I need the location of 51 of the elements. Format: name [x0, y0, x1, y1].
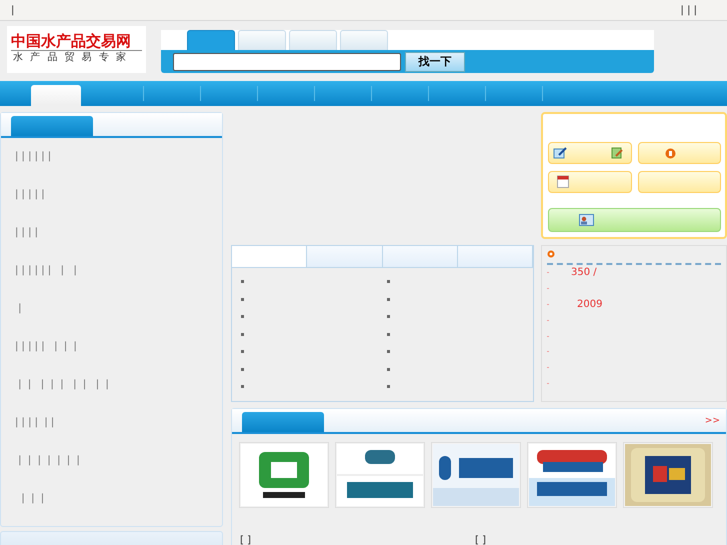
- category-link[interactable]: | | | | | | | |: [1, 252, 222, 290]
- panel-tab[interactable]: [242, 412, 324, 432]
- quick-button[interactable]: [548, 142, 632, 164]
- top-link[interactable]: | | |: [680, 4, 697, 16]
- category-link[interactable]: | | | | | | |: [1, 442, 222, 480]
- bullet-icon: [241, 350, 244, 354]
- bullet-icon: [387, 315, 390, 318]
- id-card-icon: [579, 214, 594, 226]
- category-link[interactable]: | | | | |: [1, 176, 222, 214]
- coin-icon: [664, 148, 676, 159]
- category-link[interactable]: | | |: [1, 480, 222, 518]
- search-tab[interactable]: [187, 30, 235, 50]
- news-link[interactable]: 350 /: [571, 267, 597, 278]
- bullet-icon: [241, 385, 244, 388]
- more-link[interactable]: >>: [704, 416, 720, 426]
- category-link[interactable]: | | | | | | | |: [1, 328, 222, 366]
- search-button[interactable]: 找一下: [405, 52, 465, 72]
- category-link[interactable]: | | | | | |: [1, 404, 222, 442]
- category-link[interactable]: | | | | | |: [1, 138, 222, 176]
- bullet-icon: [387, 350, 390, 354]
- bullet-icon: [241, 315, 244, 318]
- info-tab[interactable]: [307, 246, 382, 267]
- bullet-icon: [547, 250, 555, 258]
- bullet-icon: [387, 332, 390, 336]
- panel-tab[interactable]: [11, 116, 93, 136]
- note-icon: [553, 147, 567, 159]
- nav-item[interactable]: [31, 85, 81, 106]
- edit-icon: [610, 147, 622, 159]
- bullet-icon: [241, 298, 244, 301]
- news-link[interactable]: 2009: [577, 298, 602, 310]
- top-link[interactable]: |: [11, 4, 14, 16]
- calendar-icon: [557, 175, 569, 188]
- bullet-icon: [241, 368, 244, 371]
- bullet-icon: [387, 385, 390, 388]
- bullet-icon: [387, 280, 390, 284]
- bullet-icon: [241, 280, 244, 284]
- info-tab[interactable]: [232, 246, 308, 267]
- footer-link[interactable]: [ ]: [474, 535, 486, 545]
- footer-link[interactable]: [ ]: [240, 535, 251, 545]
- search-field[interactable]: [173, 52, 401, 70]
- category-link[interactable]: | | | |: [1, 214, 222, 252]
- bullet-icon: [241, 332, 244, 336]
- quick-button[interactable]: [548, 171, 632, 193]
- info-tab[interactable]: [382, 246, 458, 267]
- info-tab[interactable]: [458, 246, 533, 267]
- category-link[interactable]: |: [1, 290, 222, 328]
- category-link[interactable]: | | | | | | | | |: [1, 366, 222, 404]
- bullet-icon: [387, 368, 390, 371]
- site-logo[interactable]: 中国水产品交易网 水 产 品 贸 易 专 家: [7, 26, 146, 73]
- quick-button[interactable]: [638, 142, 721, 164]
- bullet-icon: [387, 298, 390, 301]
